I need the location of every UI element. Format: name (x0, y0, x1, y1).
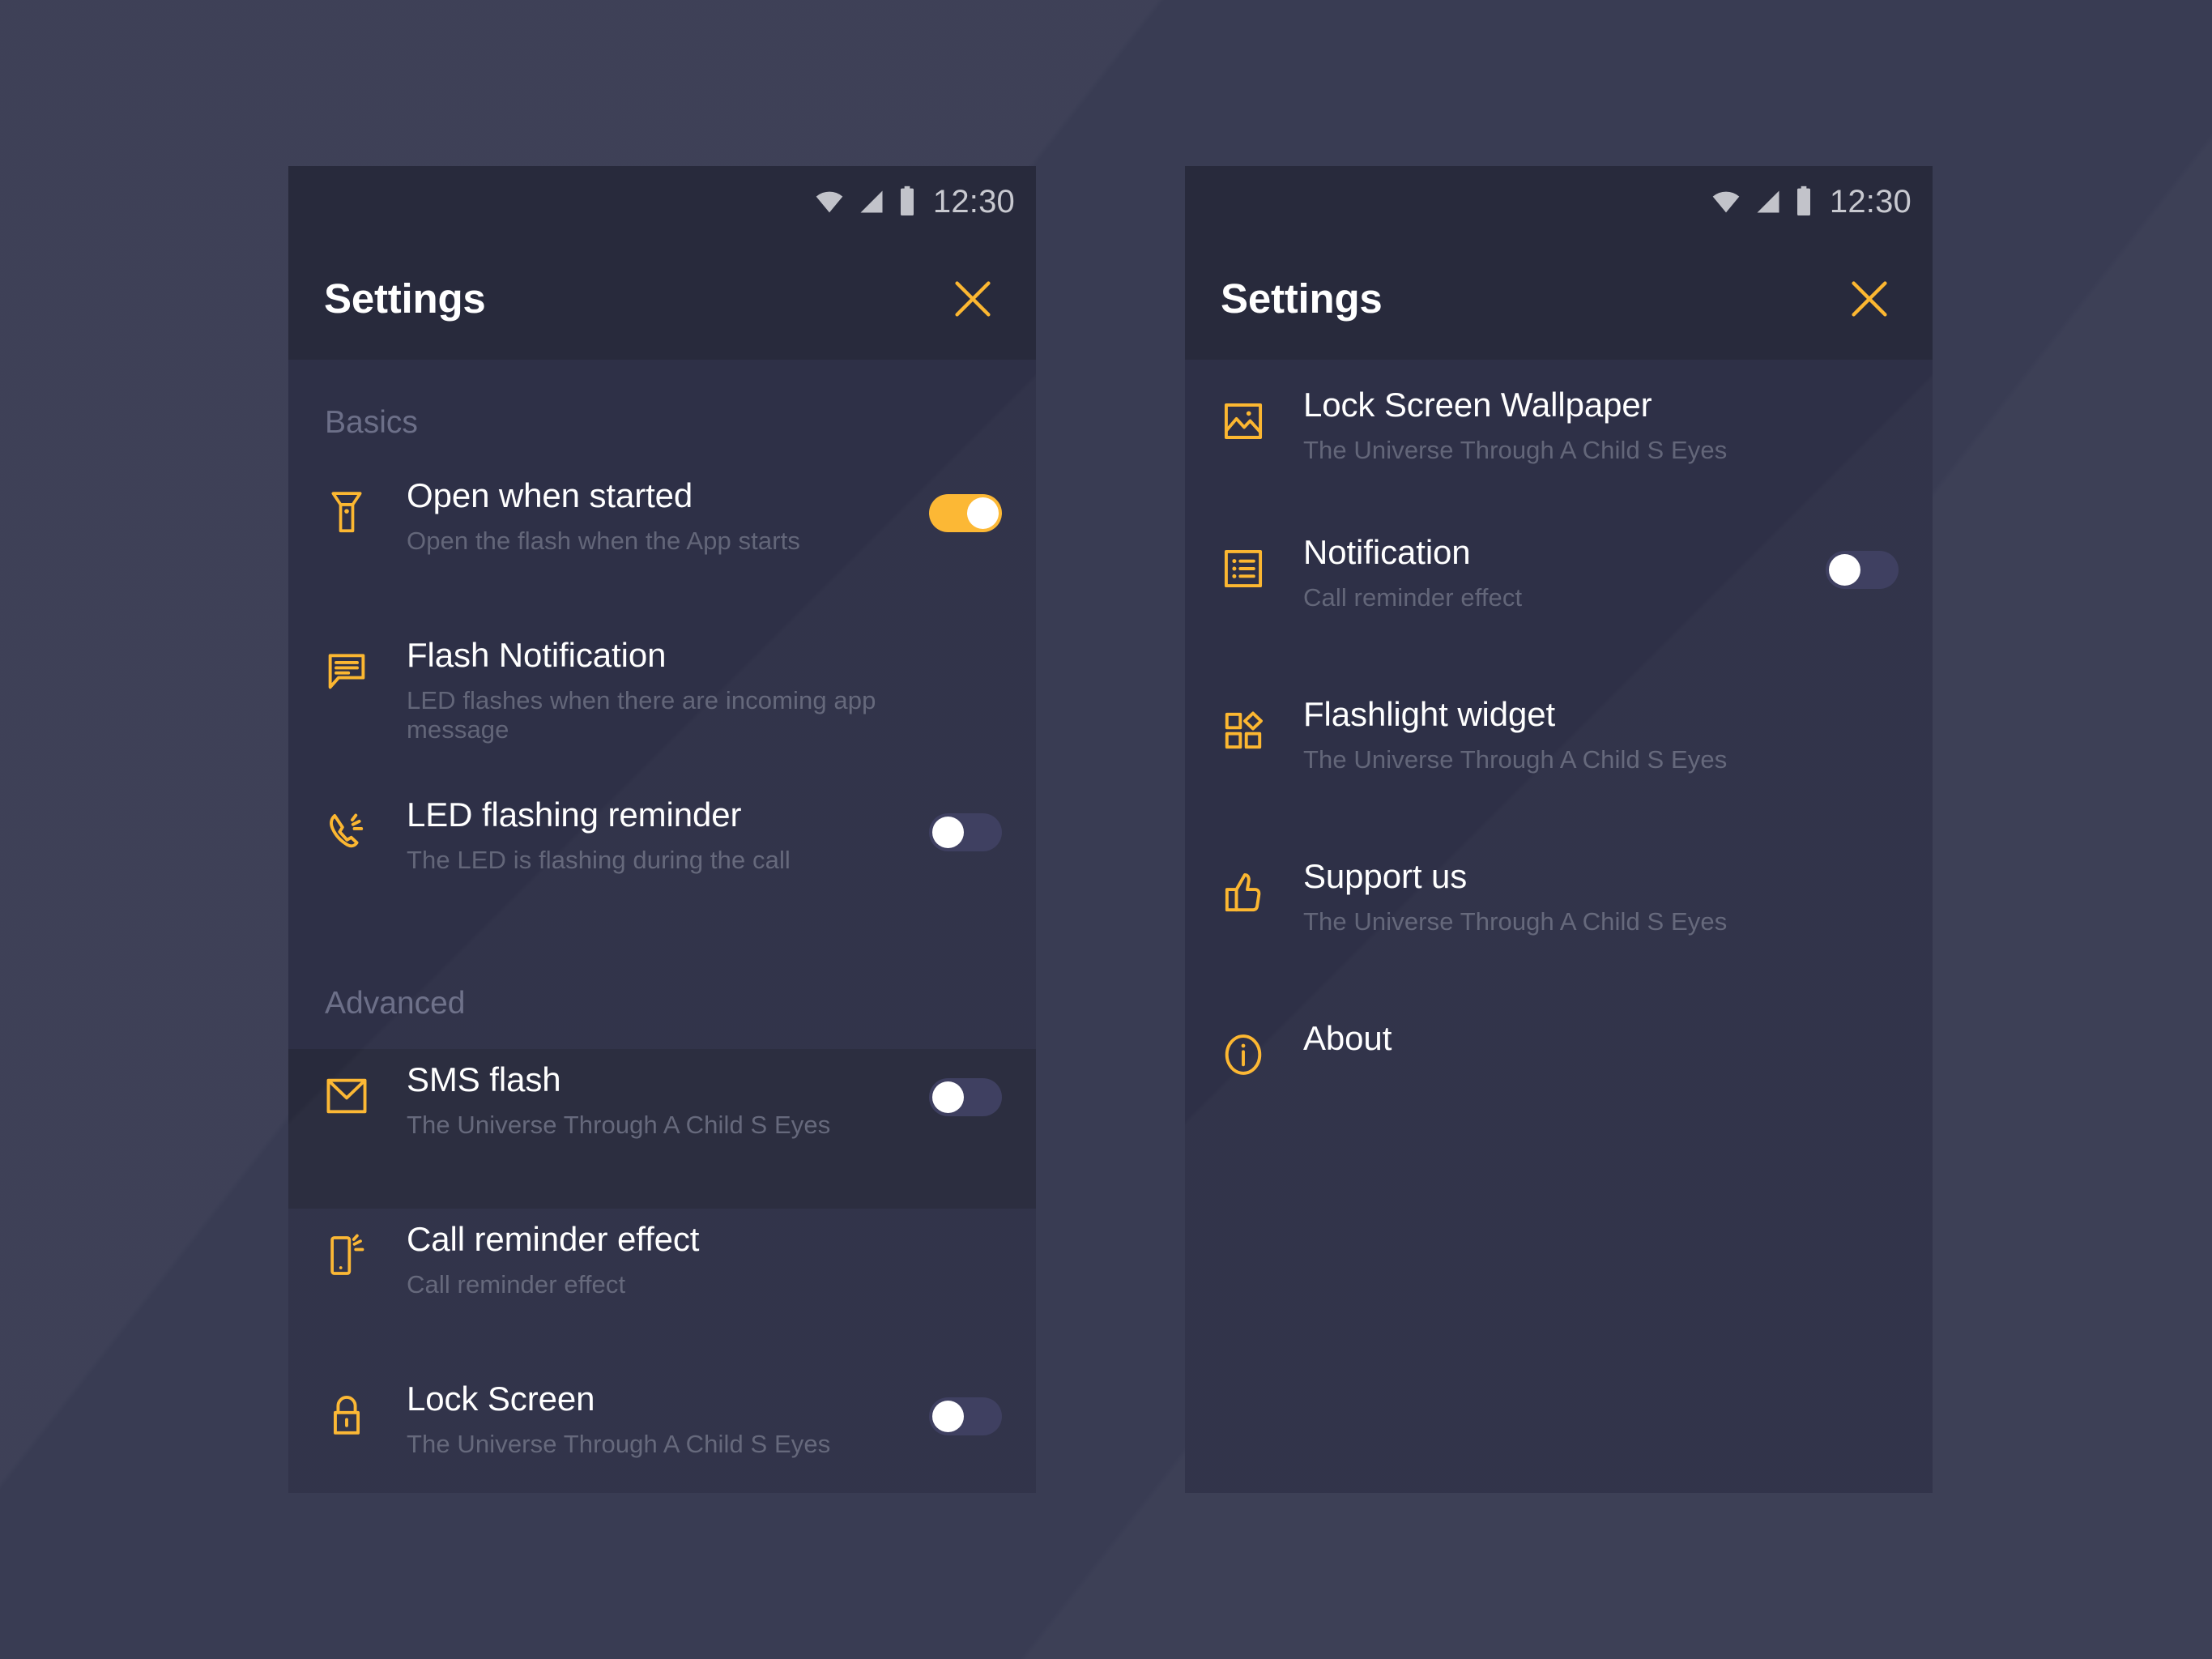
page-title: Settings (1221, 275, 1383, 322)
close-icon[interactable] (1840, 270, 1899, 328)
flashlight-icon (324, 489, 369, 535)
list-item-text: Open when started Open the flash when th… (369, 465, 929, 556)
list-item-title: Lock Screen Wallpaper (1303, 386, 1652, 424)
list-item-subtitle: The Universe Through A Child S Eyes (1303, 907, 1728, 936)
list-item-title: Call reminder effect (407, 1220, 700, 1258)
list-item-lock-screen[interactable]: Lock Screen The Universe Through A Child… (288, 1368, 1036, 1493)
list-item-subtitle: The Universe Through A Child S Eyes (407, 1111, 831, 1140)
list-item-text: Notification Call reminder effect (1266, 522, 1826, 612)
envelope-icon (324, 1073, 369, 1119)
list-item-support-us[interactable]: Support us The Universe Through A Child … (1185, 846, 1933, 1008)
settings-list-right: Lock Screen Wallpaper The Universe Throu… (1185, 360, 1933, 1170)
list-item-text: Lock Screen Wallpaper The Universe Throu… (1266, 374, 1826, 465)
toggle-notification[interactable] (1826, 551, 1899, 589)
list-item-text: Call reminder effect Call reminder effec… (369, 1209, 929, 1299)
list-item-title: Notification (1303, 533, 1471, 571)
image-icon (1221, 399, 1266, 444)
toggle-lock-screen[interactable] (929, 1397, 1002, 1435)
status-bar-time: 12:30 (932, 183, 1015, 220)
phone-screen-right: 12:30 Settings Lock Screen Wallpaper The… (1185, 166, 1933, 1493)
list-item-sms-flash[interactable]: SMS flash The Universe Through A Child S… (288, 1049, 1036, 1209)
list-item-title: LED flashing reminder (407, 795, 742, 834)
settings-list-left: Basics Open when started Open the flash … (288, 360, 1036, 1493)
info-icon (1221, 1032, 1266, 1077)
list-item-title: About (1303, 1019, 1392, 1057)
list-item-subtitle: The Universe Through A Child S Eyes (1303, 745, 1728, 774)
list-item-notification[interactable]: Notification Call reminder effect (1185, 522, 1933, 684)
call-ring-icon (324, 808, 369, 854)
list-item-about[interactable]: About (1185, 1008, 1933, 1170)
list-item-call-reminder-effect[interactable]: Call reminder effect Call reminder effec… (288, 1209, 1036, 1368)
message-icon (324, 649, 369, 694)
list-item-subtitle: Call reminder effect (1303, 583, 1523, 612)
phone-screen-left: 12:30 Settings Basics Open when started (288, 166, 1036, 1493)
battery-icon (1796, 186, 1810, 215)
list-item-title: Flashlight widget (1303, 695, 1556, 733)
list-item-text: Flash Notification LED flashes when ther… (369, 625, 929, 744)
widget-icon (1221, 708, 1266, 753)
list-item-title: Lock Screen (407, 1380, 595, 1418)
app-bar-right: Settings (1185, 237, 1933, 360)
section-header-advanced: Advanced (325, 986, 466, 1021)
status-bar-right: 12:30 (1185, 166, 1933, 237)
battery-icon (900, 186, 914, 215)
toggle-open-when-started[interactable] (929, 494, 1002, 532)
toggle-sms-flash[interactable] (929, 1078, 1002, 1116)
list-item-subtitle: The Universe Through A Child S Eyes (407, 1430, 831, 1459)
list-item-text: Lock Screen The Universe Through A Child… (369, 1368, 929, 1459)
list-item-led-flashing-reminder[interactable]: LED flashing reminder The LED is flashin… (288, 784, 1036, 944)
signal-icon (860, 190, 883, 213)
phone-vibrate-icon (324, 1233, 369, 1278)
wifi-icon (1712, 191, 1740, 213)
list-item-text: SMS flash The Universe Through A Child S… (369, 1049, 929, 1140)
list-item-subtitle: The LED is flashing during the call (407, 846, 791, 875)
list-item-title: Open when started (407, 476, 693, 514)
list-item-flash-notification[interactable]: Flash Notification LED flashes when ther… (288, 625, 1036, 784)
lock-icon (324, 1392, 369, 1438)
wifi-icon (816, 191, 843, 213)
list-item-subtitle: The Universe Through A Child S Eyes (1303, 436, 1728, 465)
list-item-text: About (1266, 1008, 1826, 1069)
list-item-subtitle: Call reminder effect (407, 1270, 626, 1299)
toggle-led-flashing-reminder[interactable] (929, 813, 1002, 851)
status-bar-left: 12:30 (288, 166, 1036, 237)
list-item-subtitle: LED flashes when there are incoming app … (407, 686, 876, 744)
list-item-title: SMS flash (407, 1060, 561, 1098)
list-item-open-when-started[interactable]: Open when started Open the flash when th… (288, 465, 1036, 625)
thumbs-up-icon (1221, 870, 1266, 915)
app-bar-left: Settings (288, 237, 1036, 360)
list-item-subtitle: Open the flash when the App starts (407, 527, 800, 556)
list-icon (1221, 546, 1266, 591)
list-item-text: Support us The Universe Through A Child … (1266, 846, 1826, 936)
section-header-basics: Basics (325, 405, 418, 440)
list-item-lock-screen-wallpaper[interactable]: Lock Screen Wallpaper The Universe Throu… (1185, 360, 1933, 522)
close-icon[interactable] (944, 270, 1002, 328)
list-item-title: Flash Notification (407, 636, 667, 674)
list-item-title: Support us (1303, 857, 1468, 895)
status-bar-time: 12:30 (1829, 183, 1912, 220)
signal-icon (1757, 190, 1779, 213)
list-item-flashlight-widget[interactable]: Flashlight widget The Universe Through A… (1185, 684, 1933, 846)
list-item-text: LED flashing reminder The LED is flashin… (369, 784, 929, 875)
list-item-text: Flashlight widget The Universe Through A… (1266, 684, 1826, 774)
page-title: Settings (324, 275, 486, 322)
